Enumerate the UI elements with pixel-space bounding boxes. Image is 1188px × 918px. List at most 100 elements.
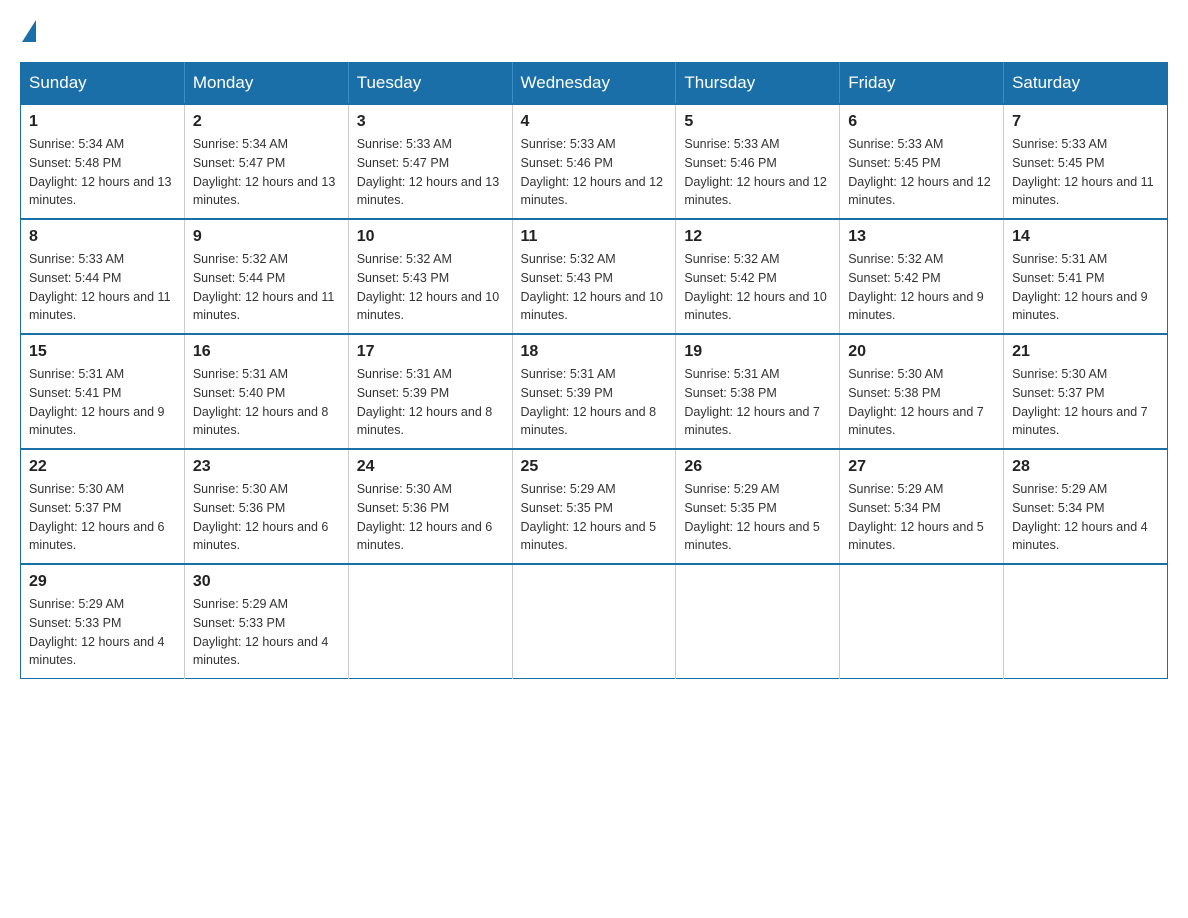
day-info: Sunrise: 5:31 AMSunset: 5:40 PMDaylight:… [193,365,340,440]
calendar-header-saturday: Saturday [1004,63,1168,105]
day-info: Sunrise: 5:32 AMSunset: 5:44 PMDaylight:… [193,250,340,325]
calendar-cell [348,564,512,679]
calendar-cell: 27 Sunrise: 5:29 AMSunset: 5:34 PMDaylig… [840,449,1004,564]
day-number: 11 [521,228,668,246]
calendar-header-sunday: Sunday [21,63,185,105]
calendar-week-4: 22 Sunrise: 5:30 AMSunset: 5:37 PMDaylig… [21,449,1168,564]
day-number: 14 [1012,228,1159,246]
day-info: Sunrise: 5:34 AMSunset: 5:47 PMDaylight:… [193,135,340,210]
calendar-cell: 29 Sunrise: 5:29 AMSunset: 5:33 PMDaylig… [21,564,185,679]
calendar-header-friday: Friday [840,63,1004,105]
day-info: Sunrise: 5:29 AMSunset: 5:33 PMDaylight:… [193,595,340,670]
day-number: 10 [357,228,504,246]
day-number: 16 [193,343,340,361]
day-number: 28 [1012,458,1159,476]
day-number: 17 [357,343,504,361]
calendar-cell: 19 Sunrise: 5:31 AMSunset: 5:38 PMDaylig… [676,334,840,449]
logo-triangle-icon [22,20,36,42]
day-number: 29 [29,573,176,591]
calendar-cell: 15 Sunrise: 5:31 AMSunset: 5:41 PMDaylig… [21,334,185,449]
calendar-cell: 30 Sunrise: 5:29 AMSunset: 5:33 PMDaylig… [184,564,348,679]
calendar-cell: 2 Sunrise: 5:34 AMSunset: 5:47 PMDayligh… [184,104,348,219]
calendar-cell: 9 Sunrise: 5:32 AMSunset: 5:44 PMDayligh… [184,219,348,334]
day-number: 8 [29,228,176,246]
calendar-header-monday: Monday [184,63,348,105]
calendar-cell: 20 Sunrise: 5:30 AMSunset: 5:38 PMDaylig… [840,334,1004,449]
calendar-table: SundayMondayTuesdayWednesdayThursdayFrid… [20,62,1168,679]
calendar-cell [840,564,1004,679]
day-number: 18 [521,343,668,361]
day-info: Sunrise: 5:32 AMSunset: 5:42 PMDaylight:… [848,250,995,325]
calendar-week-3: 15 Sunrise: 5:31 AMSunset: 5:41 PMDaylig… [21,334,1168,449]
day-info: Sunrise: 5:32 AMSunset: 5:42 PMDaylight:… [684,250,831,325]
day-info: Sunrise: 5:31 AMSunset: 5:39 PMDaylight:… [357,365,504,440]
calendar-cell: 14 Sunrise: 5:31 AMSunset: 5:41 PMDaylig… [1004,219,1168,334]
day-number: 26 [684,458,831,476]
day-info: Sunrise: 5:33 AMSunset: 5:45 PMDaylight:… [848,135,995,210]
day-info: Sunrise: 5:32 AMSunset: 5:43 PMDaylight:… [521,250,668,325]
day-number: 27 [848,458,995,476]
day-info: Sunrise: 5:30 AMSunset: 5:38 PMDaylight:… [848,365,995,440]
day-number: 22 [29,458,176,476]
day-number: 9 [193,228,340,246]
day-info: Sunrise: 5:33 AMSunset: 5:46 PMDaylight:… [521,135,668,210]
day-info: Sunrise: 5:31 AMSunset: 5:41 PMDaylight:… [1012,250,1159,325]
day-number: 2 [193,113,340,131]
day-info: Sunrise: 5:30 AMSunset: 5:37 PMDaylight:… [1012,365,1159,440]
day-number: 20 [848,343,995,361]
day-info: Sunrise: 5:29 AMSunset: 5:35 PMDaylight:… [521,480,668,555]
calendar-week-1: 1 Sunrise: 5:34 AMSunset: 5:48 PMDayligh… [21,104,1168,219]
day-info: Sunrise: 5:31 AMSunset: 5:38 PMDaylight:… [684,365,831,440]
day-number: 6 [848,113,995,131]
calendar-header-tuesday: Tuesday [348,63,512,105]
calendar-cell: 17 Sunrise: 5:31 AMSunset: 5:39 PMDaylig… [348,334,512,449]
day-info: Sunrise: 5:29 AMSunset: 5:34 PMDaylight:… [848,480,995,555]
calendar-cell: 5 Sunrise: 5:33 AMSunset: 5:46 PMDayligh… [676,104,840,219]
calendar-cell: 10 Sunrise: 5:32 AMSunset: 5:43 PMDaylig… [348,219,512,334]
calendar-header-thursday: Thursday [676,63,840,105]
day-info: Sunrise: 5:31 AMSunset: 5:39 PMDaylight:… [521,365,668,440]
page-header [20,20,1168,42]
day-info: Sunrise: 5:30 AMSunset: 5:36 PMDaylight:… [357,480,504,555]
calendar-cell: 22 Sunrise: 5:30 AMSunset: 5:37 PMDaylig… [21,449,185,564]
day-number: 24 [357,458,504,476]
calendar-week-5: 29 Sunrise: 5:29 AMSunset: 5:33 PMDaylig… [21,564,1168,679]
day-info: Sunrise: 5:30 AMSunset: 5:37 PMDaylight:… [29,480,176,555]
day-info: Sunrise: 5:29 AMSunset: 5:34 PMDaylight:… [1012,480,1159,555]
day-number: 19 [684,343,831,361]
day-info: Sunrise: 5:29 AMSunset: 5:33 PMDaylight:… [29,595,176,670]
calendar-cell: 13 Sunrise: 5:32 AMSunset: 5:42 PMDaylig… [840,219,1004,334]
calendar-cell: 26 Sunrise: 5:29 AMSunset: 5:35 PMDaylig… [676,449,840,564]
calendar-cell [676,564,840,679]
calendar-cell: 21 Sunrise: 5:30 AMSunset: 5:37 PMDaylig… [1004,334,1168,449]
day-info: Sunrise: 5:33 AMSunset: 5:44 PMDaylight:… [29,250,176,325]
calendar-cell: 3 Sunrise: 5:33 AMSunset: 5:47 PMDayligh… [348,104,512,219]
calendar-header-row: SundayMondayTuesdayWednesdayThursdayFrid… [21,63,1168,105]
logo [20,20,38,42]
calendar-cell: 1 Sunrise: 5:34 AMSunset: 5:48 PMDayligh… [21,104,185,219]
calendar-cell [1004,564,1168,679]
calendar-cell: 28 Sunrise: 5:29 AMSunset: 5:34 PMDaylig… [1004,449,1168,564]
calendar-cell: 24 Sunrise: 5:30 AMSunset: 5:36 PMDaylig… [348,449,512,564]
day-number: 30 [193,573,340,591]
calendar-cell: 16 Sunrise: 5:31 AMSunset: 5:40 PMDaylig… [184,334,348,449]
calendar-header-wednesday: Wednesday [512,63,676,105]
calendar-cell: 7 Sunrise: 5:33 AMSunset: 5:45 PMDayligh… [1004,104,1168,219]
day-info: Sunrise: 5:31 AMSunset: 5:41 PMDaylight:… [29,365,176,440]
day-number: 21 [1012,343,1159,361]
calendar-cell: 8 Sunrise: 5:33 AMSunset: 5:44 PMDayligh… [21,219,185,334]
calendar-cell: 23 Sunrise: 5:30 AMSunset: 5:36 PMDaylig… [184,449,348,564]
day-info: Sunrise: 5:33 AMSunset: 5:46 PMDaylight:… [684,135,831,210]
day-number: 13 [848,228,995,246]
day-number: 5 [684,113,831,131]
day-info: Sunrise: 5:29 AMSunset: 5:35 PMDaylight:… [684,480,831,555]
calendar-week-2: 8 Sunrise: 5:33 AMSunset: 5:44 PMDayligh… [21,219,1168,334]
day-number: 1 [29,113,176,131]
day-number: 23 [193,458,340,476]
day-info: Sunrise: 5:30 AMSunset: 5:36 PMDaylight:… [193,480,340,555]
day-info: Sunrise: 5:32 AMSunset: 5:43 PMDaylight:… [357,250,504,325]
calendar-cell [512,564,676,679]
day-info: Sunrise: 5:34 AMSunset: 5:48 PMDaylight:… [29,135,176,210]
day-info: Sunrise: 5:33 AMSunset: 5:45 PMDaylight:… [1012,135,1159,210]
calendar-cell: 18 Sunrise: 5:31 AMSunset: 5:39 PMDaylig… [512,334,676,449]
